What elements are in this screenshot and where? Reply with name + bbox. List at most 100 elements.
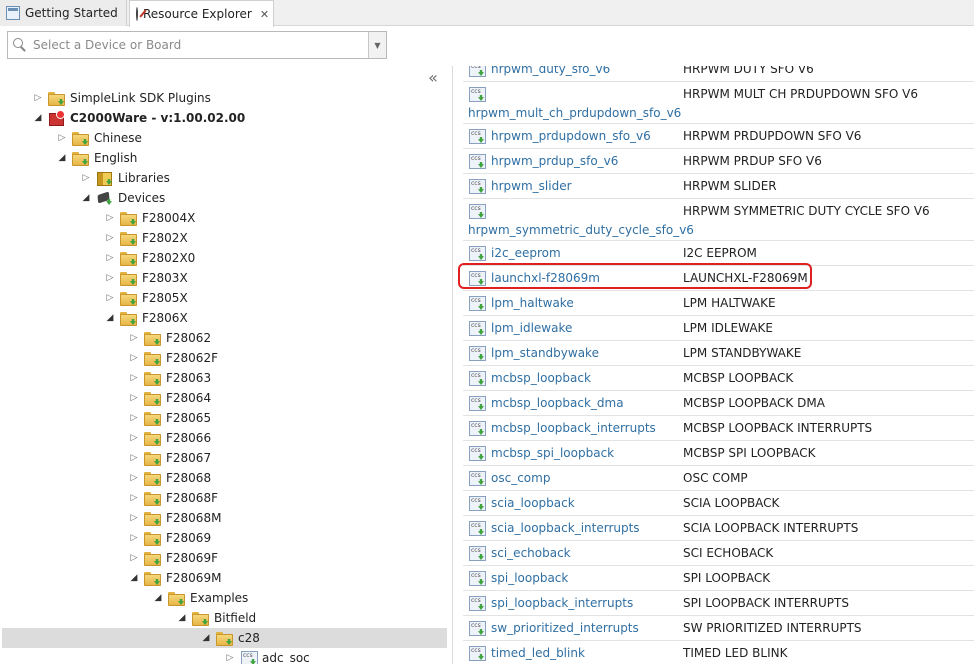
tree-item[interactable]: ▷ F28069F <box>2 548 447 568</box>
collapsed-arrow-icon[interactable]: ▷ <box>104 233 116 243</box>
tree-item[interactable]: ▷ Chinese <box>2 128 447 148</box>
example-link[interactable]: i2c_eeprom <box>491 246 561 260</box>
example-row: hrpwm_prdup_sfo_v6 HRPWM PRDUP SFO V6 <box>463 149 974 174</box>
tree-item[interactable]: ▷ F28062 <box>2 328 447 348</box>
expanded-arrow-icon[interactable]: ◢ <box>32 113 44 123</box>
expanded-arrow-icon[interactable]: ◢ <box>200 633 212 643</box>
collapsed-arrow-icon[interactable]: ▷ <box>104 253 116 263</box>
device-selector-area: ▼ <box>0 27 974 65</box>
chevron-down-icon[interactable]: ▼ <box>368 32 386 58</box>
example-link[interactable]: lpm_idlewake <box>491 321 572 335</box>
folder-icon <box>144 491 161 506</box>
example-link[interactable]: scia_loopback_interrupts <box>491 521 640 535</box>
device-select[interactable]: ▼ <box>7 31 387 59</box>
tree-item[interactable]: ▷ F2802X0 <box>2 248 447 268</box>
collapsed-arrow-icon[interactable]: ▷ <box>128 513 140 523</box>
tree-item[interactable]: ▷ F28062F <box>2 348 447 368</box>
example-link[interactable]: sw_prioritized_interrupts <box>491 621 639 635</box>
device-search-input[interactable] <box>31 33 368 57</box>
example-link[interactable]: mcbsp_spi_loopback <box>491 446 614 460</box>
tree-item[interactable]: ▷ F28063 <box>2 368 447 388</box>
expanded-arrow-icon[interactable]: ◢ <box>56 153 68 163</box>
collapsed-arrow-icon[interactable]: ▷ <box>128 353 140 363</box>
expanded-arrow-icon[interactable]: ◢ <box>104 313 116 323</box>
example-description: HRPWM SYMMETRIC DUTY CYCLE SFO V6 <box>683 204 930 218</box>
example-link[interactable]: mcbsp_loopback <box>491 371 591 385</box>
example-link[interactable]: lpm_haltwake <box>491 296 574 310</box>
tree-item[interactable]: ▷ F28064 <box>2 388 447 408</box>
example-link[interactable]: spi_loopback <box>491 571 568 585</box>
tree-item[interactable]: ▷ F28068 <box>2 468 447 488</box>
close-icon[interactable]: ✕ <box>260 8 269 21</box>
collapsed-arrow-icon[interactable]: ▷ <box>128 333 140 343</box>
tab-resource-explorer[interactable]: Resource Explorer ✕ <box>129 0 274 27</box>
tree-item[interactable]: ◢ Bitfield <box>2 608 447 628</box>
example-link[interactable]: lpm_standbywake <box>491 346 599 360</box>
collapsed-arrow-icon[interactable]: ▷ <box>128 493 140 503</box>
example-link[interactable]: hrpwm_prdup_sfo_v6 <box>491 154 618 168</box>
expanded-arrow-icon[interactable]: ◢ <box>128 573 140 583</box>
tree-item[interactable]: ◢ c28 <box>2 628 447 648</box>
tree-item[interactable]: ◢ Examples <box>2 588 447 608</box>
collapsed-arrow-icon[interactable]: ▷ <box>56 133 68 143</box>
editor-tab-bar: Getting Started Resource Explorer ✕ <box>0 0 974 27</box>
collapsed-arrow-icon[interactable]: ▷ <box>128 473 140 483</box>
example-link[interactable]: timed_led_blink <box>491 646 585 660</box>
example-link[interactable]: osc_comp <box>491 471 550 485</box>
tree-item[interactable]: ▷ F28068F <box>2 488 447 508</box>
tree-item[interactable]: ▷ F2803X <box>2 268 447 288</box>
example-link[interactable]: spi_loopback_interrupts <box>491 596 633 610</box>
tree-item[interactable]: ◢ F2806X <box>2 308 447 328</box>
collapsed-arrow-icon[interactable]: ▷ <box>128 413 140 423</box>
tree-item[interactable]: ▷ F2802X <box>2 228 447 248</box>
example-link[interactable]: hrpwm_mult_ch_prdupdown_sfo_v6 <box>468 106 681 120</box>
tree-item[interactable]: ▷ adc_soc <box>2 648 447 664</box>
expanded-arrow-icon[interactable]: ◢ <box>176 613 188 623</box>
collapsed-arrow-icon[interactable]: ▷ <box>224 653 236 663</box>
collapsed-arrow-icon[interactable]: ▷ <box>104 293 116 303</box>
tree-item[interactable]: ▷ F28067 <box>2 448 447 468</box>
example-link[interactable]: launchxl-f28069m <box>491 271 600 285</box>
tree-item[interactable]: ▷ F28068M <box>2 508 447 528</box>
tree-item[interactable]: ▷ F28004X <box>2 208 447 228</box>
tab-getting-started[interactable]: Getting Started <box>0 0 127 26</box>
collapsed-arrow-icon[interactable]: ▷ <box>128 453 140 463</box>
tree-item[interactable]: ◢ F28069M <box>2 568 447 588</box>
folder-icon <box>144 551 161 566</box>
collapsed-arrow-icon[interactable]: ▷ <box>80 173 92 183</box>
expanded-arrow-icon[interactable]: ◢ <box>152 593 164 603</box>
tree-item[interactable]: ▷ F28066 <box>2 428 447 448</box>
collapsed-arrow-icon[interactable]: ▷ <box>128 433 140 443</box>
example-link[interactable]: mcbsp_loopback_dma <box>491 396 624 410</box>
collapsed-arrow-icon[interactable]: ▷ <box>128 553 140 563</box>
tree-item-label: F28062F <box>166 351 218 365</box>
tree-item[interactable]: ▷ F28065 <box>2 408 447 428</box>
example-link[interactable]: hrpwm_slider <box>491 179 572 193</box>
collapsed-arrow-icon[interactable]: ▷ <box>104 273 116 283</box>
collapsed-arrow-icon[interactable]: ▷ <box>104 213 116 223</box>
example-link[interactable]: hrpwm_symmetric_duty_cycle_sfo_v6 <box>468 223 694 237</box>
collapsed-arrow-icon[interactable]: ▷ <box>128 373 140 383</box>
tree-item-label: Chinese <box>94 131 142 145</box>
tree-item[interactable]: ◢ Devices <box>2 188 447 208</box>
tree-item[interactable]: ◢ C2000Ware - v:1.00.02.00 <box>2 108 447 128</box>
example-link[interactable]: sci_echoback <box>491 546 571 560</box>
tree-item[interactable]: ▷ SimpleLink SDK Plugins <box>2 88 447 108</box>
collapsed-arrow-icon[interactable]: ▷ <box>128 533 140 543</box>
tree-item[interactable]: ▷ F28069 <box>2 528 447 548</box>
tree-item[interactable]: ◢ English <box>2 148 447 168</box>
tree-item[interactable]: ▷ F2805X <box>2 288 447 308</box>
folder-icon <box>144 331 161 346</box>
collapsed-arrow-icon[interactable]: ▷ <box>128 393 140 403</box>
collapse-all-icon[interactable]: « <box>424 70 442 88</box>
example-link[interactable]: mcbsp_loopback_interrupts <box>491 421 656 435</box>
example-row: scia_loopback_interrupts SCIA LOOPBACK IN… <box>463 516 974 541</box>
example-link[interactable]: hrpwm_duty_sfo_v6 <box>491 66 610 76</box>
collapsed-arrow-icon[interactable]: ▷ <box>32 93 44 103</box>
example-link[interactable]: scia_loopback <box>491 496 575 510</box>
tree-item[interactable]: ▷ Libraries <box>2 168 447 188</box>
folder-icon <box>120 271 137 286</box>
example-link[interactable]: hrpwm_prdupdown_sfo_v6 <box>491 129 651 143</box>
expanded-arrow-icon[interactable]: ◢ <box>80 193 92 203</box>
folder-icon <box>168 591 185 606</box>
